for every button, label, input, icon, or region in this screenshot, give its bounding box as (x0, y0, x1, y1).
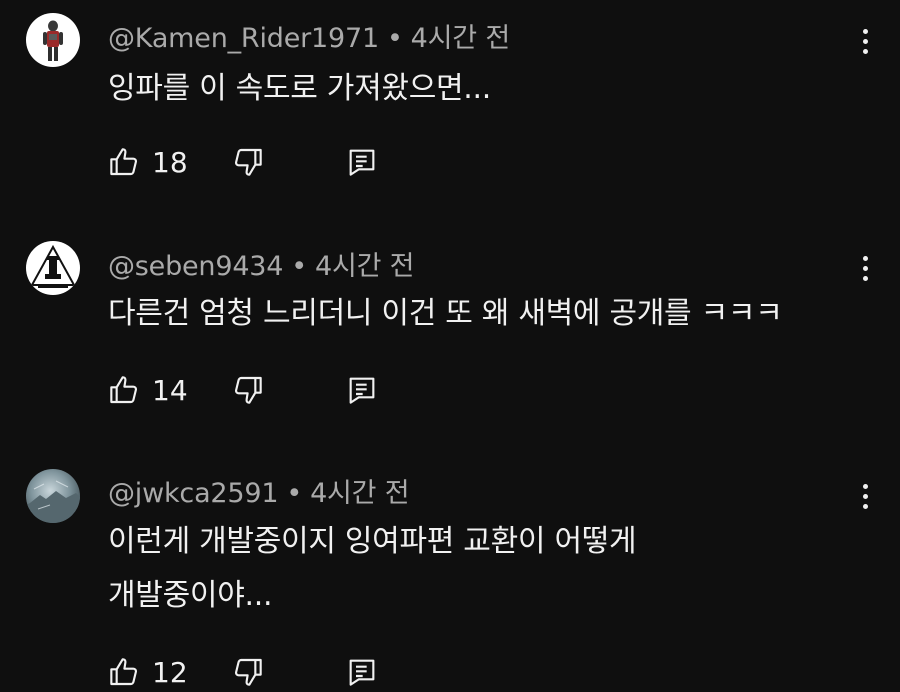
comment-text: 다른건 엄청 느리더니 이건 또 왜 새벽에 공개를 ㅋㅋㅋ (108, 287, 848, 341)
comment-author[interactable]: @seben9434 (108, 251, 283, 282)
rider-figure-avatar-icon (26, 13, 80, 67)
avatar[interactable] (26, 241, 80, 295)
comment-time: 4시간 전 (310, 478, 410, 509)
comment-text: 이런게 개발중이지 잉여파편 교환이 어떻게 개발중이야... (108, 515, 848, 623)
meta-separator: • (291, 251, 307, 282)
like-count: 18 (152, 145, 188, 179)
reply-icon (349, 659, 375, 686)
comment-meta: @Kamen_Rider1971 • 4시간 전 (108, 16, 510, 55)
comment-actions: 12 (108, 652, 408, 692)
thumbs-down-icon (234, 376, 262, 404)
thumbs-up-icon (110, 148, 138, 176)
like-button[interactable]: 14 (108, 370, 188, 410)
like-button[interactable]: 12 (108, 652, 188, 692)
reply-icon (349, 149, 375, 176)
thumbs-up-icon (110, 376, 138, 404)
thumbs-up-icon (110, 658, 138, 686)
comment-line: 개발중이야... (108, 578, 273, 613)
avatar[interactable] (26, 469, 80, 523)
like-count: 12 (152, 655, 188, 689)
comment-time: 4시간 전 (315, 251, 415, 282)
reply-button[interactable] (346, 142, 378, 182)
avatar[interactable] (26, 13, 80, 67)
comment-meta: @seben9434 • 4시간 전 (108, 244, 414, 283)
comment-author[interactable]: @Kamen_Rider1971 (108, 23, 379, 54)
like-button[interactable]: 18 (108, 142, 188, 182)
frost-landscape-avatar-icon (26, 469, 80, 523)
meta-separator: • (386, 23, 403, 54)
comment-line: 다른건 엄청 느리더니 이건 또 왜 새벽에 공개를 ㅋㅋㅋ (108, 296, 783, 331)
reply-icon (349, 377, 375, 404)
comment-text: 잉파를 이 속도로 가져왔으면... (108, 62, 848, 116)
thumbs-down-icon (234, 658, 262, 686)
reply-button[interactable] (346, 652, 378, 692)
comment-line: 잉파를 이 속도로 가져왔으면... (108, 71, 492, 106)
dislike-button[interactable] (232, 142, 264, 182)
more-vert-icon[interactable] (850, 476, 880, 516)
meta-separator: • (286, 478, 303, 509)
thumbs-down-icon (234, 148, 262, 176)
comment-meta: @jwkca2591 • 4시간 전 (108, 471, 410, 510)
dislike-button[interactable] (232, 652, 264, 692)
like-count: 14 (152, 373, 188, 407)
comment-time: 4시간 전 (410, 23, 510, 54)
reply-button[interactable] (346, 370, 378, 410)
dislike-button[interactable] (232, 370, 264, 410)
triangle-tower-avatar-icon (26, 241, 80, 295)
more-vert-icon[interactable] (850, 21, 880, 61)
comment-author[interactable]: @jwkca2591 (108, 478, 279, 509)
comment-actions: 14 (108, 370, 408, 410)
comment-actions: 18 (108, 142, 408, 182)
comment-line: 이런게 개발중이지 잉여파편 교환이 어떻게 (108, 524, 637, 559)
more-vert-icon[interactable] (850, 248, 880, 288)
